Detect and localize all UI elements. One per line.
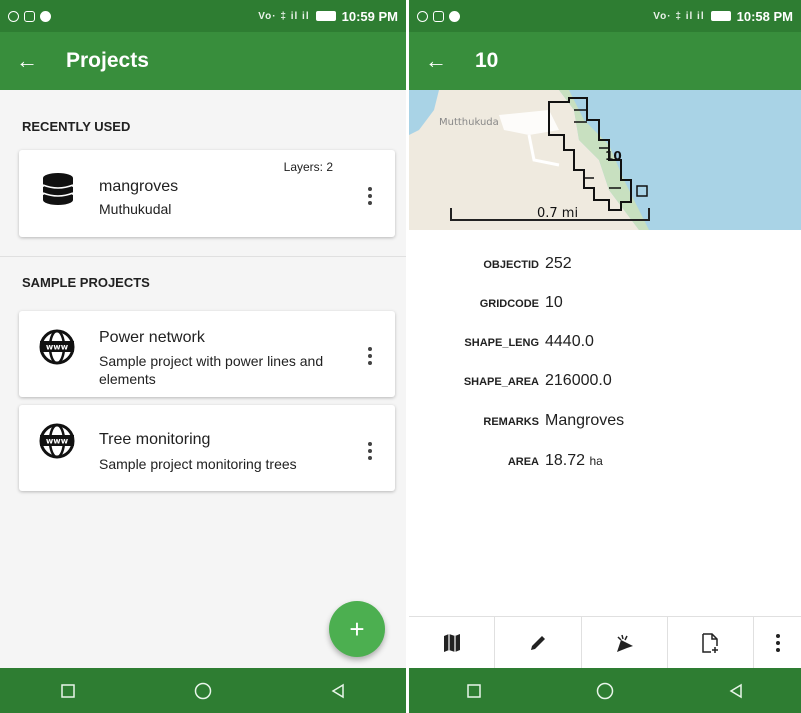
project-name: Tree monitoring (99, 431, 211, 448)
back-button[interactable] (716, 671, 756, 711)
feature-label: 10 (605, 149, 622, 163)
attr-row: OBJECTID 252 (409, 245, 801, 285)
recents-button[interactable] (48, 671, 88, 711)
attr-row: GRIDCODE 10 (409, 284, 801, 324)
notification-icons (417, 10, 460, 22)
attr-key: OBJECTID (483, 259, 539, 271)
project-desc: Sample project monitoring trees (99, 456, 297, 472)
signal-icon: Vo· ‡ il il (258, 10, 310, 22)
app-bar: ← 10 (409, 32, 801, 90)
globe-www-icon: www (39, 329, 75, 365)
battery-icon (710, 11, 731, 21)
project-card-power-network[interactable]: www Power network Sample project with po… (19, 311, 395, 397)
page-title: Projects (66, 49, 149, 72)
message-icon (24, 10, 35, 22)
page-title: 10 (475, 49, 499, 72)
database-icon (42, 173, 74, 205)
app-bar: ← Projects (0, 32, 406, 90)
project-name: Power network (99, 329, 205, 346)
attr-value: Mangroves (545, 412, 625, 429)
back-arrow-icon[interactable]: ← (425, 48, 465, 74)
new-file-button[interactable] (668, 617, 755, 668)
attr-value: 18.72 ha (545, 452, 603, 469)
status-time: 10:58 PM (736, 8, 793, 24)
back-button[interactable] (318, 671, 358, 711)
more-vert-icon[interactable] (365, 442, 375, 460)
home-button[interactable] (183, 671, 223, 711)
circle-icon (596, 682, 614, 699)
notification-icons (8, 10, 51, 22)
recents-button[interactable] (454, 671, 494, 711)
whatsapp-icon (449, 10, 460, 22)
place-label: Mutthukuda (439, 117, 499, 128)
attr-row: REMARKS Mangroves (409, 402, 801, 442)
project-name: mangroves (99, 178, 179, 195)
project-card-tree-monitoring[interactable]: www Tree monitoring Sample project monit… (19, 405, 395, 491)
alarm-icon (417, 10, 428, 22)
signal-icon: Vo· ‡ il il (653, 10, 705, 22)
status-bar: Vo· ‡ il il 10:59 PM (0, 0, 406, 32)
message-icon (433, 10, 444, 22)
sample-projects-header: SAMPLE PROJECTS (22, 274, 150, 290)
move-feature-button[interactable] (582, 617, 668, 668)
square-icon (467, 683, 482, 698)
move-feature-icon (617, 634, 634, 652)
project-card-mangroves[interactable]: Layers: 2 mangroves Muthukudal (19, 150, 395, 237)
triangle-back-icon (729, 683, 742, 698)
projects-screen: Vo· ‡ il il 10:59 PM ← Projects RECENTLY… (0, 0, 406, 713)
map-canvas: 10 Mutthukuda 0.7 mi (409, 90, 650, 230)
new-file-icon (702, 632, 719, 653)
section-divider (0, 256, 406, 257)
attr-value: 252 (545, 255, 572, 272)
attr-key: REMARKS (483, 416, 539, 428)
home-button[interactable] (585, 671, 625, 711)
project-desc: Sample project with power lines and elem… (99, 353, 324, 387)
circle-icon (194, 682, 212, 699)
feature-detail-screen: Vo· ‡ il il 10:58 PM ← 10 10 Mutthukuda … (409, 0, 801, 713)
square-icon (60, 683, 75, 698)
project-desc: Muthukudal (99, 201, 172, 217)
globe-www-icon: www (39, 423, 75, 459)
pencil-icon (530, 635, 545, 650)
svg-text:www: www (46, 437, 69, 446)
scale-label: 0.7 mi (537, 206, 578, 221)
more-vert-icon[interactable] (365, 187, 375, 205)
map-icon (443, 633, 460, 652)
open-map-button[interactable] (409, 617, 496, 668)
recently-used-header: RECENTLY USED (22, 118, 131, 134)
status-bar: Vo· ‡ il il 10:58 PM (409, 0, 801, 32)
status-time: 10:59 PM (341, 8, 398, 24)
system-nav-bar (409, 668, 801, 713)
attr-key: SHAPE_LENG (464, 337, 539, 349)
add-project-button[interactable]: + (329, 601, 385, 657)
layers-count: Layers: 2 (283, 160, 333, 174)
feature-map[interactable]: 10 Mutthukuda 0.7 mi (409, 90, 801, 230)
attr-row: AREA 18.72 ha (409, 442, 801, 482)
alarm-icon (8, 10, 19, 22)
back-arrow-icon[interactable]: ← (16, 48, 56, 74)
attr-row: SHAPE_LENG 4440.0 (409, 323, 801, 363)
triangle-back-icon (331, 683, 345, 698)
more-vert-icon[interactable] (365, 347, 375, 365)
attr-key: SHAPE_AREA (463, 376, 539, 388)
system-nav-bar (0, 668, 406, 713)
battery-icon (315, 11, 336, 21)
svg-text:www: www (46, 343, 69, 352)
attr-key: AREA (507, 456, 539, 468)
attr-key: GRIDCODE (479, 298, 539, 310)
feature-toolbar (409, 616, 801, 668)
attr-row: SHAPE_AREA 216000.0 (409, 362, 801, 402)
attr-value: 4440.0 (545, 333, 594, 350)
attr-value: 216000.0 (545, 372, 612, 389)
attr-value: 10 (545, 294, 563, 311)
whatsapp-icon (40, 10, 51, 22)
more-options-button[interactable] (754, 617, 801, 668)
attr-unit: ha (589, 454, 603, 468)
more-vert-icon (775, 633, 780, 652)
edit-button[interactable] (495, 617, 582, 668)
